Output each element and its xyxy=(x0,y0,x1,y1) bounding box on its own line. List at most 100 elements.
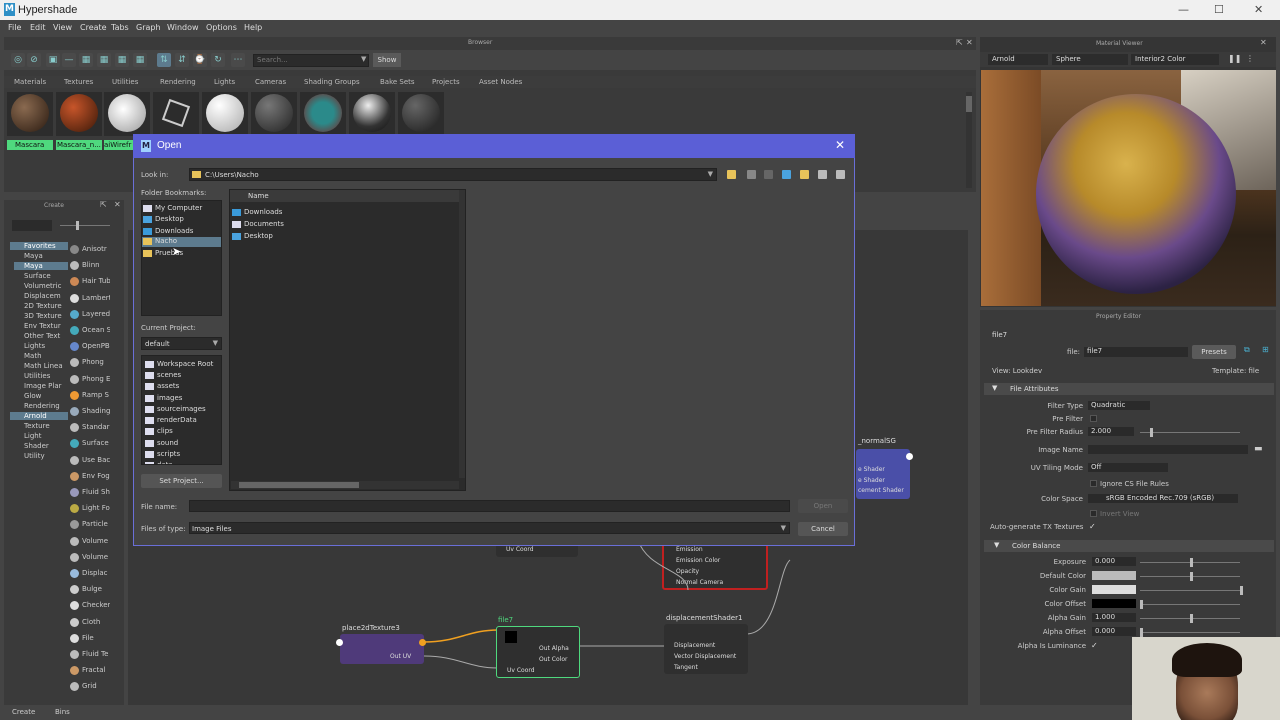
menu-graph[interactable]: Graph xyxy=(136,23,161,32)
node-type-item[interactable]: Env Fog xyxy=(82,472,110,480)
tab-asset-nodes[interactable]: Asset Nodes xyxy=(479,78,522,86)
node-type-item[interactable]: Cloth xyxy=(82,618,110,626)
sort-type-icon[interactable]: ⇵ xyxy=(175,53,189,67)
panel-close-icon[interactable]: ✕ xyxy=(966,38,973,47)
proj-assets[interactable]: assets xyxy=(145,382,179,390)
alpha-gain-knob[interactable] xyxy=(1190,614,1193,623)
tree-math[interactable]: Math xyxy=(24,352,42,360)
node-type-item[interactable]: Phong xyxy=(82,358,110,366)
grid-medium-icon[interactable]: ▦ xyxy=(97,53,111,67)
list-view-icon[interactable] xyxy=(818,170,827,179)
exposure-field[interactable]: 0.000 xyxy=(1092,557,1136,566)
look-in-dropdown-icon[interactable]: ▼ xyxy=(708,170,713,178)
show-button[interactable]: Show xyxy=(373,53,401,67)
color-gain-swatch[interactable] xyxy=(1092,585,1136,594)
node-tab-file7[interactable]: file7 xyxy=(992,331,1007,339)
node-type-item[interactable]: Ocean S xyxy=(82,326,110,334)
tree-utilities[interactable]: Utilities xyxy=(24,372,50,380)
tree-lights[interactable]: Lights xyxy=(24,342,45,350)
create-search-input[interactable] xyxy=(12,220,52,231)
tab-materials[interactable]: Materials xyxy=(14,78,46,86)
presets-button[interactable]: Presets xyxy=(1192,345,1236,359)
menu-help[interactable]: Help xyxy=(244,23,262,32)
color-offset-knob[interactable] xyxy=(1140,600,1143,609)
grid-large-icon[interactable]: ▦ xyxy=(115,53,129,67)
proj-sourceimages[interactable]: sourceimages xyxy=(145,405,206,413)
tree-texture[interactable]: Texture xyxy=(24,422,50,430)
node-type-item[interactable]: Volume xyxy=(82,537,110,545)
node-type-item[interactable]: Use Bac xyxy=(82,456,110,464)
node-type-item[interactable]: Displac xyxy=(82,569,110,577)
tree-maya-1[interactable]: Maya xyxy=(24,252,43,260)
look-in-select[interactable]: C:\Users\Nacho ▼ xyxy=(189,168,717,181)
tree-arnold[interactable]: Arnold xyxy=(10,412,68,420)
create-float-icon[interactable]: ⇱ xyxy=(100,200,107,209)
default-color-swatch[interactable] xyxy=(1092,571,1136,580)
proj-images[interactable]: images xyxy=(145,394,182,402)
node-type-item[interactable]: Lambert xyxy=(82,294,110,302)
tree-rendering[interactable]: Rendering xyxy=(24,402,60,410)
tree-3d-texture[interactable]: 3D Texture xyxy=(24,312,62,320)
disp-port-tangent[interactable]: Tangent xyxy=(674,664,698,671)
exposure-knob[interactable] xyxy=(1190,558,1193,567)
tree-favorites[interactable]: Favorites xyxy=(10,242,68,250)
copy-tab-icon[interactable]: ⧉ xyxy=(1244,345,1250,355)
icon-size-slider[interactable] xyxy=(60,225,110,226)
file-list-vscroll[interactable] xyxy=(459,190,465,478)
tree-shader[interactable]: Shader xyxy=(24,442,49,450)
bookmark-nacho[interactable]: Nacho xyxy=(142,237,221,247)
disp-port-vector[interactable]: Vector Displacement xyxy=(674,653,736,660)
tree-light[interactable]: Light xyxy=(24,432,41,440)
swatch-mascara-n[interactable] xyxy=(56,92,102,136)
maximize-icon[interactable]: ☐ xyxy=(1214,3,1224,16)
minimize-icon[interactable]: — xyxy=(1178,3,1189,16)
pause-icon[interactable]: ❚❚ xyxy=(1228,54,1241,63)
tab-shading-groups[interactable]: Shading Groups xyxy=(304,78,360,86)
folder-up-icon[interactable] xyxy=(727,170,736,179)
menu-options[interactable]: Options xyxy=(206,23,237,32)
proj-renderdata[interactable]: renderData xyxy=(145,416,197,424)
refresh-icon[interactable]: ↻ xyxy=(211,53,225,67)
node-type-item[interactable]: Layered xyxy=(82,310,110,318)
node-type-item[interactable]: Fluid Sh xyxy=(82,488,110,496)
swatch-white[interactable] xyxy=(202,92,248,136)
node-type-item[interactable]: Bulge xyxy=(82,585,110,593)
tree-displacement[interactable]: Displacem xyxy=(24,292,61,300)
icon-size-knob[interactable] xyxy=(76,221,79,230)
alpha-offset-field[interactable]: 0.000 xyxy=(1092,627,1136,636)
proj-clips[interactable]: clips xyxy=(145,427,173,435)
filter-type-select[interactable]: Quadratic xyxy=(1088,401,1150,410)
proj-scripts[interactable]: scripts xyxy=(145,450,180,458)
menu-edit[interactable]: Edit xyxy=(30,23,46,32)
color-offset-slider[interactable] xyxy=(1140,604,1240,605)
sort-time-icon[interactable]: ⌚ xyxy=(193,53,207,67)
browser-scrollbar[interactable] xyxy=(966,92,972,188)
color-gain-slider[interactable] xyxy=(1140,590,1240,591)
graph-icon[interactable]: ◎ xyxy=(11,53,25,67)
minus-icon[interactable]: — xyxy=(62,53,76,67)
file-port-outcolor[interactable]: Out Color xyxy=(539,656,567,663)
proj-workspace-root[interactable]: Workspace Root xyxy=(145,360,213,368)
node-type-item[interactable]: Hair Tub xyxy=(82,277,110,285)
clear-icon[interactable]: ⊘ xyxy=(27,53,41,67)
mv-close-icon[interactable]: ✕ xyxy=(1260,38,1267,47)
node-type-item[interactable]: Light Fo xyxy=(82,504,110,512)
browse-folder-icon[interactable]: ▬ xyxy=(1254,444,1263,454)
view-icon[interactable]: ▣ xyxy=(46,53,60,67)
tree-volumetric[interactable]: Volumetric xyxy=(24,282,61,290)
node-type-item[interactable]: Volume xyxy=(82,553,110,561)
detail-view-icon[interactable] xyxy=(836,170,845,179)
tree-other-texture[interactable]: Other Text xyxy=(24,332,60,340)
pre-filter-checkbox[interactable] xyxy=(1090,415,1097,422)
tab-create[interactable]: Create xyxy=(12,708,35,716)
search-dropdown-icon[interactable]: ▼ xyxy=(361,55,366,63)
alpha-lum-check-icon[interactable]: ✓ xyxy=(1091,641,1098,650)
swatch-checker[interactable] xyxy=(300,92,346,136)
tab-projects[interactable]: Projects xyxy=(432,78,460,86)
node-type-item[interactable]: Standar xyxy=(82,423,110,431)
back-icon[interactable] xyxy=(747,170,756,179)
tree-glow[interactable]: Glow xyxy=(24,392,41,400)
open-button[interactable]: Open xyxy=(798,499,848,513)
file-port-outalpha[interactable]: Out Alpha xyxy=(539,645,569,652)
node-type-item[interactable]: Particle xyxy=(82,520,110,528)
